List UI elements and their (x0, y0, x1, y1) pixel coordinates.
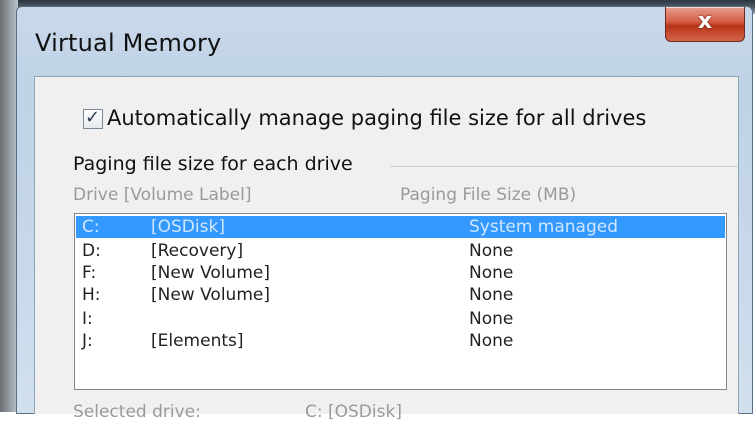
drive-letter: J: (82, 331, 93, 351)
drive-letter: C: (82, 217, 100, 237)
selected-drive-label: Selected drive: (73, 402, 201, 422)
drive-letter: I: (82, 309, 93, 329)
drive-row-h[interactable]: H: [New Volume] None (76, 284, 725, 306)
checkmark-icon: ✓ (85, 107, 101, 128)
volume-label: [New Volume] (151, 285, 270, 305)
paging-group-label: Paging file size for each drive (73, 153, 359, 175)
auto-manage-checkbox[interactable]: ✓ (83, 107, 103, 129)
volume-label: [OSDisk] (151, 217, 225, 237)
dialog-title: Virtual Memory (35, 29, 222, 57)
paging-size: None (469, 241, 514, 261)
volume-label: [New Volume] (151, 263, 270, 283)
paging-size: None (469, 309, 514, 329)
drive-letter: D: (82, 241, 101, 261)
volume-label: [Recovery] (151, 241, 244, 261)
paging-size: System managed (469, 217, 619, 237)
close-button[interactable]: x (665, 7, 745, 42)
drive-letter: H: (82, 285, 101, 305)
drive-row-c[interactable]: C: [OSDisk] System managed (76, 216, 725, 238)
drive-row-d[interactable]: D: [Recovery] None (76, 240, 725, 262)
column-header-drive: Drive [Volume Label] (73, 185, 252, 205)
drive-list[interactable]: C: [OSDisk] System managed D: [Recovery]… (74, 213, 727, 390)
drive-row-f[interactable]: F: [New Volume] None (76, 262, 725, 284)
paging-size: None (469, 285, 514, 305)
paging-size: None (469, 263, 514, 283)
drive-letter: F: (82, 263, 97, 283)
dialog-content: ✓ Automatically manage paging file size … (34, 76, 739, 422)
close-icon: x (697, 9, 713, 34)
selected-drive-value: C: [OSDisk] (305, 402, 402, 422)
column-header-size: Paging File Size (MB) (400, 185, 577, 205)
auto-manage-label[interactable]: Automatically manage paging file size fo… (107, 106, 646, 130)
volume-label: [Elements] (151, 331, 244, 351)
drive-row-j[interactable]: J: [Elements] None (76, 330, 725, 352)
group-divider (390, 166, 738, 167)
virtual-memory-dialog: Virtual Memory x ✓ Automatically manage … (16, 6, 753, 422)
paging-size: None (469, 331, 514, 351)
drive-row-i[interactable]: I: None (76, 308, 725, 330)
